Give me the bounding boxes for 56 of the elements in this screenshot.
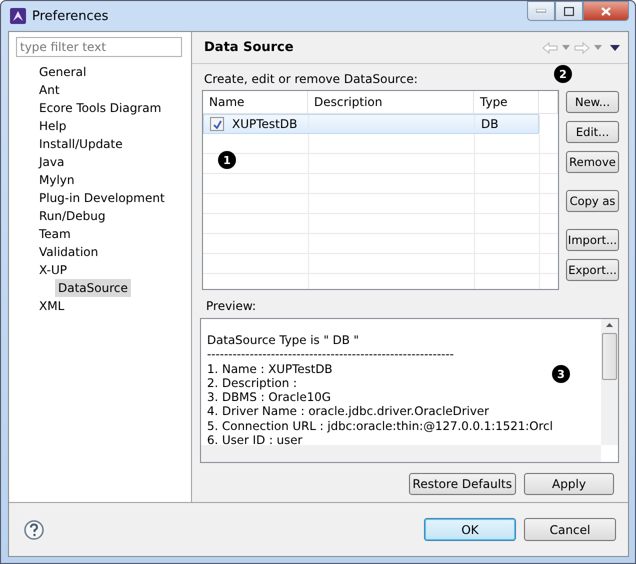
table-row[interactable]: XUPTestDB DB bbox=[203, 114, 539, 134]
tree-item[interactable]: Java bbox=[36, 153, 68, 171]
tree-item[interactable]: Ecore Tools Diagram bbox=[36, 99, 164, 117]
preview-line: 2. Description : bbox=[207, 376, 297, 390]
preview-line: 5. Connection URL : jdbc:oracle:thin:@127.0.0.1:1521:Orcl bbox=[207, 418, 553, 434]
tree-item[interactable]: XML bbox=[36, 297, 68, 315]
menu-icon[interactable] bbox=[610, 44, 620, 50]
action-button[interactable]: Import... bbox=[566, 229, 619, 251]
dialog-button[interactable]: OK bbox=[424, 518, 516, 541]
tree-item[interactable]: X-UP bbox=[36, 261, 70, 279]
tree-item[interactable]: General bbox=[36, 63, 90, 81]
tree-item[interactable]: Help bbox=[36, 117, 70, 135]
caret-icon[interactable] bbox=[562, 45, 570, 50]
tree-item[interactable]: Run/Debug bbox=[36, 207, 109, 225]
preview-line: 6. User ID : user bbox=[207, 433, 302, 445]
horizontal-scrollbar[interactable] bbox=[201, 445, 601, 462]
intro-text: Create, edit or remove DataSource: bbox=[204, 72, 418, 86]
forward-arrow-icon[interactable] bbox=[574, 42, 590, 54]
action-button[interactable]: Export... bbox=[566, 259, 619, 281]
tree-item[interactable]: Plug-in Development bbox=[36, 189, 168, 207]
page-button[interactable]: Restore Defaults bbox=[408, 473, 516, 495]
help-icon[interactable] bbox=[24, 520, 44, 540]
app-icon bbox=[10, 8, 26, 24]
tree-item[interactable]: Validation bbox=[36, 243, 102, 261]
preview-label: Preview: bbox=[206, 299, 258, 313]
back-arrow-icon[interactable] bbox=[542, 42, 558, 54]
tree-item[interactable]: DataSource bbox=[55, 279, 131, 297]
vertical-scrollbar[interactable] bbox=[601, 319, 618, 445]
window-title: Preferences bbox=[32, 8, 108, 24]
maximize-icon bbox=[564, 6, 574, 16]
tree-item[interactable]: Ant bbox=[36, 81, 63, 99]
close-icon bbox=[601, 6, 611, 16]
table-cell: DB bbox=[481, 117, 498, 131]
minimize-icon bbox=[536, 9, 546, 13]
action-button[interactable]: Remove bbox=[566, 151, 619, 173]
preview-line: 4. Driver Name : oracle.jdbc.driver.OracleDriver bbox=[207, 404, 489, 419]
preview-line: DataSource Type is " DB " bbox=[207, 333, 359, 348]
dialog-button[interactable]: Cancel bbox=[524, 518, 616, 541]
maximize-button[interactable] bbox=[555, 1, 583, 21]
caret-icon[interactable] bbox=[594, 45, 602, 50]
action-button[interactable]: Copy as bbox=[566, 190, 619, 212]
action-button[interactable]: Edit... bbox=[566, 121, 619, 143]
check-icon bbox=[212, 120, 222, 128]
tree-item[interactable]: Mylyn bbox=[36, 171, 78, 189]
close-button[interactable] bbox=[583, 1, 629, 21]
page-button[interactable]: Apply bbox=[524, 473, 614, 495]
action-button[interactable]: New... bbox=[566, 91, 619, 113]
checkbox[interactable] bbox=[210, 117, 224, 131]
table-cell: XUPTestDB bbox=[232, 117, 298, 131]
filter-field[interactable]: type filter text bbox=[16, 37, 182, 57]
preview-line: 3. DBMS : Oracle10G bbox=[207, 390, 331, 404]
page-title: Data Source bbox=[204, 40, 294, 55]
preview-line: ---------------------------------------------------------- bbox=[207, 347, 454, 362]
tree-item[interactable]: Team bbox=[36, 225, 74, 243]
tree-item[interactable]: Install/Update bbox=[36, 135, 126, 153]
preview-line: 1. Name : XUPTestDB bbox=[207, 362, 333, 376]
